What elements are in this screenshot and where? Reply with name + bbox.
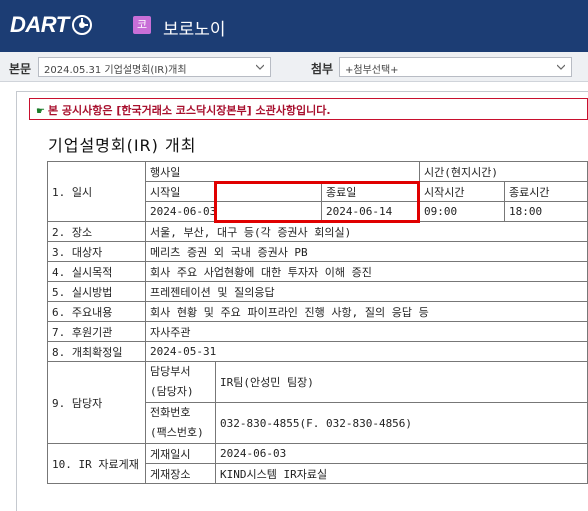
attach-select[interactable]: +첨부선택+ (339, 57, 572, 77)
dart-logo[interactable]: DART (10, 12, 93, 38)
ir-info-table: 1. 일시 행사일 시간(현지시간) 시작일 종료일 시작시간 종료시간 202… (47, 161, 588, 484)
attach-label: 첨부 (311, 62, 334, 76)
phone-label: 전화번호 (팩스번호) (145, 402, 216, 444)
table-row: 2. 장소 서울, 부산, 대구 등(각 증권사 회의실) (47, 221, 588, 242)
dept-label-line2: (담당자) (150, 385, 194, 398)
row-value: 회사 현황 및 주요 파이프라인 진행 사항, 질의 응답 등 (145, 301, 588, 322)
row-label: 2. 장소 (47, 221, 146, 242)
table-row: 5. 실시방법 프레젠테이션 및 질의응답 (47, 281, 588, 302)
document-title: 기업설명회(IR) 개최 (48, 136, 197, 155)
table-row: 4. 실시목적 회사 주요 사업현황에 대한 투자자 이해 증진 (47, 261, 588, 282)
row-label: 5. 실시방법 (47, 281, 146, 302)
logo-text: DART (10, 12, 69, 37)
end-date-value: 2024-06-14 (321, 201, 420, 222)
main-doc-select-value: 2024.05.31 기업설명회(IR)개최 (44, 65, 187, 76)
top-header: DART 코 보로노이 (0, 0, 588, 52)
row-value: IR팀(안성민 팀장) (215, 361, 588, 403)
main-doc-select[interactable]: 2024.05.31 기업설명회(IR)개최 (38, 57, 271, 77)
corp-name[interactable]: 보로노이 (163, 15, 226, 40)
dept-label: 담당부서 (담당자) (145, 361, 216, 403)
corp-badge: 코 (133, 16, 151, 34)
row-value: 회사 주요 사업현황에 대한 투자자 이해 증진 (145, 261, 588, 282)
document-select-bar: 본문 2024.05.31 기업설명회(IR)개최 첨부 +첨부선택+ (0, 52, 588, 82)
notice-text: 본 공시사항은 [한국거래소 코스닥시장본부] 소관사항입니다. (47, 104, 331, 117)
row-value: 프레젠테이션 및 질의응답 (145, 281, 588, 302)
post-date-label: 게재일시 (145, 443, 216, 464)
row-label: 6. 주요내용 (47, 301, 146, 322)
header-event-date: 행사일 (145, 161, 420, 182)
row-label: 7. 후원기관 (47, 321, 146, 342)
phone-label-line2: (팩스번호) (150, 426, 204, 439)
start-time-value: 09:00 (419, 201, 505, 222)
header-start-date: 시작일 (145, 181, 322, 202)
header-end-date: 종료일 (321, 181, 420, 202)
table-row: 6. 주요내용 회사 현황 및 주요 파이프라인 진행 사항, 질의 응답 등 (47, 301, 588, 322)
row-value: 2024-05-31 (145, 341, 588, 362)
phone-label-line1: 전화번호 (150, 406, 191, 419)
header-end-time: 종료시간 (504, 181, 588, 202)
table-row: 9. 담당자 담당부서 (담당자) IR팀(안성민 팀장) (47, 361, 588, 444)
chevron-down-icon (256, 64, 264, 70)
table-row: 7. 후원기관 자사주관 (47, 321, 588, 342)
main-doc-label: 본문 (9, 62, 32, 76)
row-label: 3. 대상자 (47, 241, 146, 262)
attach-select-value: +첨부선택+ (345, 65, 399, 76)
row-label: 9. 담당자 (47, 361, 146, 444)
header-start-time: 시작시간 (419, 181, 505, 202)
start-date-value: 2024-06-03 (145, 201, 322, 222)
end-time-value: 18:00 (504, 201, 588, 222)
table-row: 8. 개최확정일 2024-05-31 (47, 341, 588, 362)
row-label: 8. 개최확정일 (47, 341, 146, 362)
table-row: 1. 일시 행사일 시간(현지시간) (47, 161, 588, 222)
chevron-down-icon (557, 64, 565, 70)
dept-label-line1: 담당부서 (150, 365, 191, 378)
header-time: 시간(현지시간) (419, 161, 588, 182)
jurisdiction-notice: ☛ 본 공시사항은 [한국거래소 코스닥시장본부] 소관사항입니다. (29, 98, 588, 120)
post-place-label: 게재장소 (145, 463, 216, 484)
table-row: 3. 대상자 메리츠 증권 외 국내 증권사 PB (47, 241, 588, 262)
row-value: 자사주관 (145, 321, 588, 342)
pointing-hand-icon: ☛ (36, 106, 45, 117)
table-row: 10. IR 자료게재 게재일시 2024-06-03 (47, 443, 588, 484)
row-label: 1. 일시 (47, 161, 146, 222)
row-label: 10. IR 자료게재 (47, 443, 146, 484)
row-label: 4. 실시목적 (47, 261, 146, 282)
row-value: KIND시스템 IR자료실 (215, 463, 588, 484)
row-value: 032-830-4855(F. 032-830-4856) (215, 402, 588, 444)
row-value: 2024-06-03 (215, 443, 588, 464)
row-value: 메리츠 증권 외 국내 증권사 PB (145, 241, 588, 262)
row-value: 서울, 부산, 대구 등(각 증권사 회의실) (145, 221, 588, 242)
dart-logo-mark-icon (71, 15, 92, 35)
